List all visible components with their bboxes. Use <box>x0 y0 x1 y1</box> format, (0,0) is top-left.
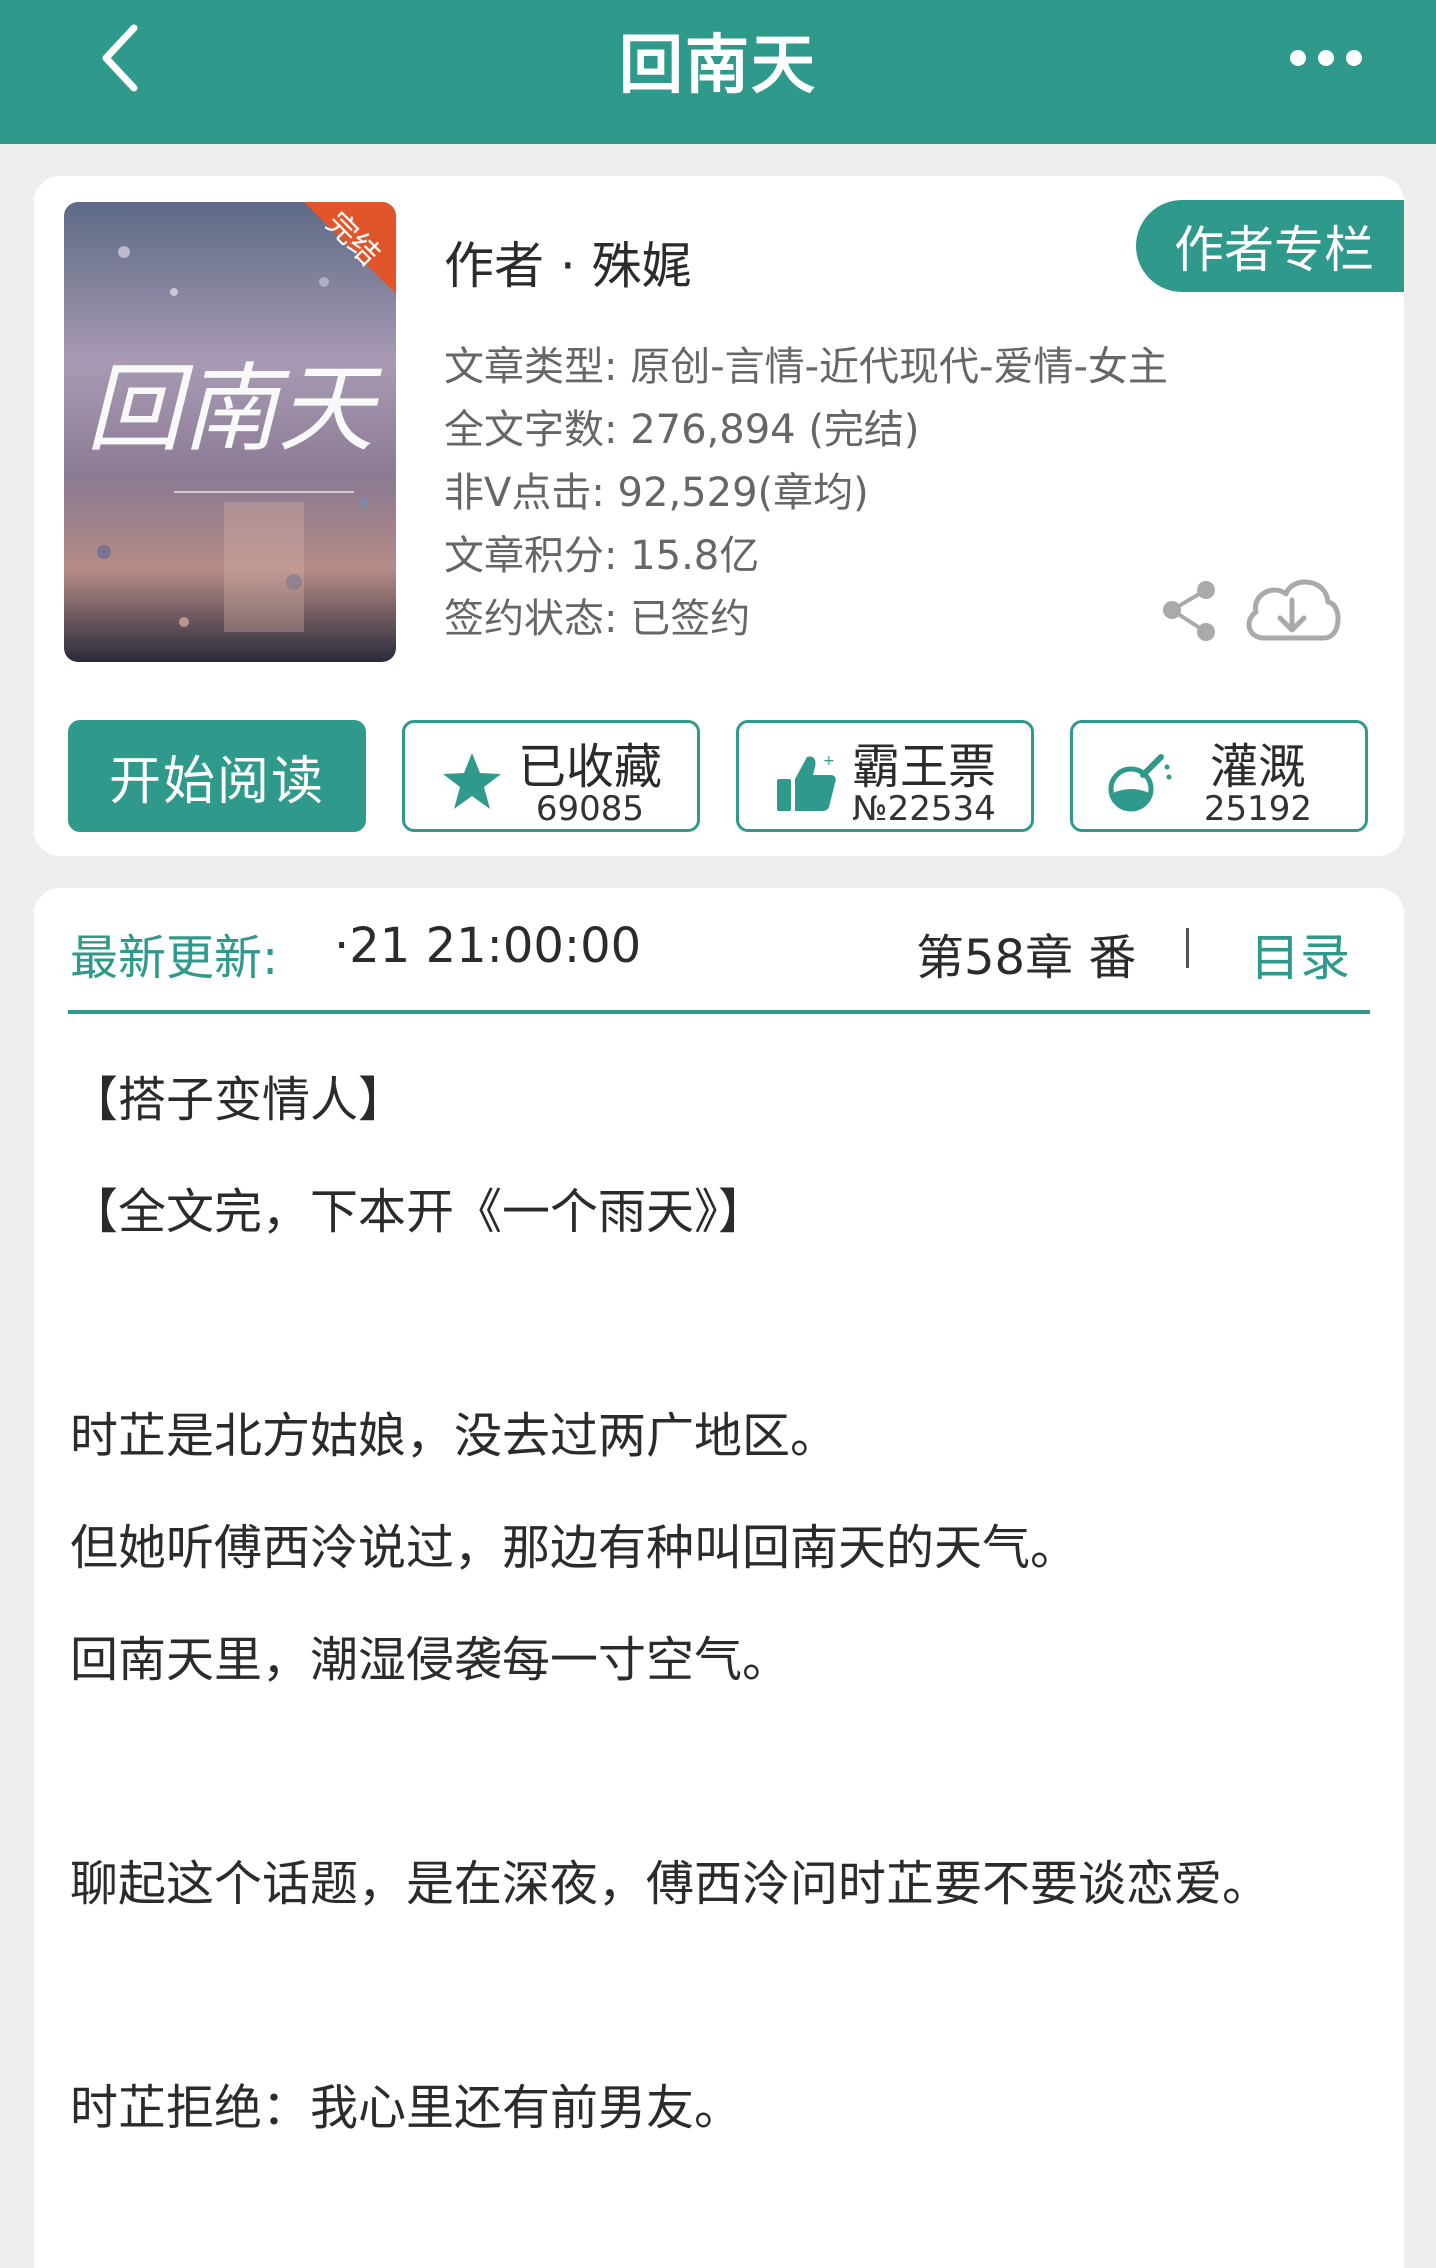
divider <box>68 1010 1370 1014</box>
start-reading-button[interactable]: 开始阅读 <box>68 720 366 832</box>
svg-text:+: + <box>823 753 835 769</box>
description-line: 时芷拒绝：我心里还有前男友。 <box>70 2080 743 2136</box>
page-title: 回南天 <box>619 29 817 103</box>
description-line: 【全文完，下本开《一个雨天》】 <box>70 1184 767 1240</box>
latest-chapter-link[interactable]: 第58章 番 <box>916 918 1136 988</box>
description-line: 但她听傅西泠说过，那边有种叫回南天的天气。 <box>70 1520 1079 1576</box>
star-icon <box>439 749 505 815</box>
meta-sign-status: 签约状态: 已签约 <box>444 596 751 642</box>
top-navigation-bar: 回南天 <box>0 0 1436 144</box>
vote-button[interactable]: + 霸王票 №22534 <box>736 720 1034 832</box>
latest-update-time: ·21 21:00:00 <box>334 918 642 974</box>
meta-type: 文章类型: 原创-言情-近代现代-爱情-女主 <box>444 344 1168 390</box>
description-line: 聊起这个话题，是在深夜，傅西泠问时芷要不要谈恋爱。 <box>70 1856 1271 1912</box>
author-name[interactable]: 作者 · 殊娓 <box>444 226 692 298</box>
description-line: 时芷是北方姑娘，没去过两广地区。 <box>70 1408 839 1464</box>
water-button[interactable]: 灌溉 25192 <box>1070 720 1368 832</box>
latest-update-label: 最新更新: <box>70 930 279 986</box>
cover-title-art: 回南天 <box>86 353 383 465</box>
collect-button[interactable]: 已收藏 69085 <box>402 720 700 832</box>
table-of-contents-link[interactable]: 目录 <box>1250 918 1350 990</box>
more-dots-icon[interactable] <box>1276 38 1376 78</box>
book-info-card: 完结 回南天 作者 · 殊娓 作者专栏 文章类型: 原创-言情-近代现代-爱情-… <box>34 176 1404 856</box>
separator <box>1186 928 1189 968</box>
water-label: 灌溉 <box>1209 739 1306 795</box>
author-column-button[interactable]: 作者专栏 <box>1136 200 1404 292</box>
vote-label: 霸王票 <box>851 739 996 795</box>
meta-word-count: 全文字数: 276,894 (完结) <box>444 407 920 453</box>
book-meta-list: 文章类型: 原创-言情-近代现代-爱情-女主 全文字数: 276,894 (完结… <box>444 336 1168 651</box>
meta-score: 文章积分: 15.8亿 <box>444 533 760 579</box>
water-count: 25192 <box>1203 789 1313 829</box>
vote-count: №22534 <box>852 789 996 829</box>
collect-label: 已收藏 <box>517 739 662 795</box>
cloud-download-icon[interactable] <box>1240 568 1344 650</box>
meta-clicks: 非Ⅴ点击: 92,529(章均) <box>444 470 869 516</box>
thumbs-up-icon: + <box>773 749 839 815</box>
book-cover-image[interactable]: 完结 回南天 <box>64 202 396 662</box>
share-icon[interactable] <box>1154 576 1224 646</box>
description-line: 回南天里，潮湿侵袭每一寸空气。 <box>70 1632 791 1688</box>
book-summary-card: 最新更新: ·21 21:00:00 第58章 番 目录 【搭子变情人】 【全文… <box>34 888 1404 2268</box>
description-line: 【搭子变情人】 <box>70 1072 407 1128</box>
nutrient-flask-icon <box>1107 749 1173 815</box>
collect-count: 69085 <box>535 789 645 829</box>
